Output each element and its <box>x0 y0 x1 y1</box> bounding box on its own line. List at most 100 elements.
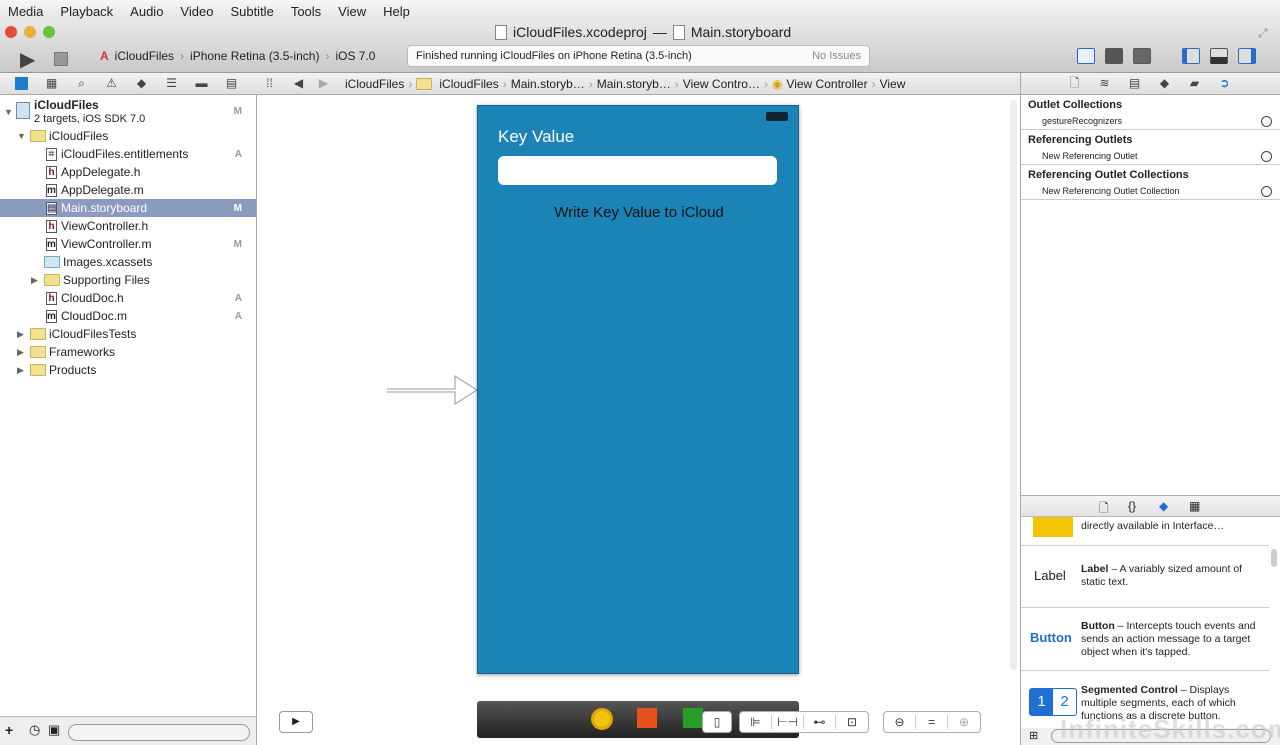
close-window-button[interactable] <box>5 26 17 38</box>
connection-circle-icon[interactable] <box>1261 185 1272 197</box>
identity-inspector-icon[interactable]: ▤ <box>1128 77 1141 90</box>
media-library-icon[interactable]: ▦ <box>1189 499 1200 513</box>
file-inspector-icon[interactable]: 🗋 <box>1068 77 1081 90</box>
tree-item-images-xcassets[interactable]: Images.xcassets <box>0 253 256 271</box>
search-icon[interactable]: ⌕ <box>75 77 88 90</box>
tree-item-products[interactable]: ▶ Products <box>0 361 256 379</box>
tree-item-entitlements[interactable]: ⌗ iCloudFiles.entitlements A <box>0 145 256 163</box>
zoom-window-button[interactable] <box>43 26 55 38</box>
run-button[interactable]: ▶ <box>20 47 35 72</box>
tree-item-appdelegate-h[interactable]: h AppDelegate.h <box>0 163 256 181</box>
toggle-debug-area-button[interactable] <box>1210 48 1228 64</box>
breadcrumb-view-controller[interactable]: View Controller <box>786 77 867 91</box>
related-items-icon[interactable]: ⁞⁞ <box>263 77 276 90</box>
recent-files-icon[interactable]: ◷ <box>29 722 40 738</box>
first-responder-icon[interactable] <box>637 708 657 728</box>
zoom-out-icon[interactable]: ⊖ <box>884 715 916 729</box>
toggle-navigator-button[interactable] <box>1182 48 1200 64</box>
menu-audio[interactable]: Audio <box>130 4 163 19</box>
view-controller-scene[interactable]: Key Value Write Key Value to iCloud <box>477 105 799 674</box>
minimize-window-button[interactable] <box>24 26 36 38</box>
initial-view-controller-arrow[interactable] <box>387 372 479 408</box>
library-item-object[interactable]: directly available in Interface… <box>1021 517 1269 546</box>
library-scrollbar[interactable] <box>1271 549 1277 567</box>
object-library-icon[interactable]: ◆ <box>1159 499 1168 513</box>
menu-subtitle[interactable]: Subtitle <box>230 4 273 19</box>
project-root[interactable]: ▼ iCloudFiles 2 targets, iOS SDK 7.0 M <box>0 97 256 127</box>
attributes-inspector-icon[interactable]: ◆ <box>1158 77 1171 90</box>
tree-item-clouddoc-h[interactable]: h CloudDoc.h A <box>0 289 256 307</box>
breadcrumb-view[interactable]: View <box>880 77 906 91</box>
scheme-name[interactable]: iCloudFiles <box>115 49 174 63</box>
device-icon[interactable]: ▯ <box>703 715 731 729</box>
breadcrumb-storyboard[interactable]: Main.storyb… <box>511 77 585 91</box>
canvas-scrollbar[interactable] <box>1010 100 1017 670</box>
menu-help[interactable]: Help <box>383 4 410 19</box>
document-outline-toggle[interactable]: ▶ <box>279 711 313 733</box>
library-item-label[interactable]: Label Label – A variably sized amount of… <box>1021 546 1269 608</box>
zoom-in-icon[interactable]: ⊕ <box>948 715 980 729</box>
log-navigator-icon[interactable]: ▤ <box>225 77 238 90</box>
issues-text[interactable]: No Issues <box>812 50 861 62</box>
connections-inspector-icon[interactable]: ➲ <box>1218 77 1231 90</box>
resolve-icon[interactable]: ⊷ <box>804 715 836 729</box>
debug-navigator-icon[interactable]: ☰ <box>165 77 178 90</box>
connection-circle-icon[interactable] <box>1261 150 1272 162</box>
menu-view[interactable]: View <box>338 4 366 19</box>
scm-filter-icon[interactable]: ▣ <box>48 722 60 738</box>
tree-item-viewcontroller-m[interactable]: m ViewController.m M <box>0 235 256 253</box>
connection-circle-icon[interactable] <box>1261 115 1272 127</box>
assistant-editor-button[interactable] <box>1105 48 1123 64</box>
write-key-value-button[interactable]: Write Key Value to iCloud <box>478 204 800 221</box>
device-name[interactable]: iPhone Retina (3.5-inch) <box>190 49 319 63</box>
folder-icon <box>30 130 46 142</box>
tree-item-icloudfiles-group[interactable]: ▼ iCloudFiles <box>0 127 256 145</box>
grid-view-icon[interactable]: ⊞ <box>1029 729 1038 742</box>
key-value-label[interactable]: Key Value <box>498 127 574 147</box>
fullscreen-icon[interactable]: ⤢ <box>1258 26 1268 41</box>
symbol-navigator-icon[interactable]: ▦ <box>45 77 58 90</box>
tree-item-clouddoc-m[interactable]: m CloudDoc.m A <box>0 307 256 325</box>
menu-playback[interactable]: Playback <box>60 4 113 19</box>
forward-icon[interactable]: ▶ <box>317 77 330 90</box>
menu-tools[interactable]: Tools <box>291 4 321 19</box>
navigator-filter-input[interactable] <box>68 724 250 741</box>
disclosure-open-icon[interactable]: ▼ <box>4 107 13 117</box>
tree-item-frameworks[interactable]: ▶ Frameworks <box>0 343 256 361</box>
issue-navigator-icon[interactable]: ⚠ <box>105 77 118 90</box>
breadcrumb-group[interactable]: iCloudFiles <box>439 77 498 91</box>
quick-help-icon[interactable]: ≋ <box>1098 77 1111 90</box>
menu-media[interactable]: Media <box>8 4 43 19</box>
code-snippet-library-icon[interactable]: {} <box>1128 499 1136 513</box>
library-item-button[interactable]: Button Button – Intercepts touch events … <box>1021 608 1269 671</box>
key-value-text-field[interactable] <box>498 156 777 185</box>
add-icon[interactable]: + <box>5 722 13 738</box>
back-icon[interactable]: ◀ <box>292 77 305 90</box>
exit-icon[interactable] <box>683 708 703 728</box>
breadcrumb-project[interactable]: iCloudFiles <box>345 77 404 91</box>
resizing-icon[interactable]: ⊡ <box>836 715 868 729</box>
align-icon[interactable]: ⊫ <box>740 715 772 729</box>
test-navigator-icon[interactable]: ◆ <box>135 77 148 90</box>
version-editor-button[interactable] <box>1133 48 1151 64</box>
toggle-utilities-button[interactable] <box>1238 48 1256 64</box>
zoom-actual-icon[interactable]: = <box>916 715 948 729</box>
standard-editor-button[interactable] <box>1077 48 1095 64</box>
breakpoint-navigator-icon[interactable]: ▬ <box>195 77 208 90</box>
tree-item-tests[interactable]: ▶ iCloudFilesTests <box>0 325 256 343</box>
scheme-selector[interactable]: A iCloudFiles › iPhone Retina (3.5-inch) ›… <box>100 49 375 63</box>
form-factor-toggle[interactable]: ▯ <box>702 711 732 733</box>
menu-video[interactable]: Video <box>180 4 213 19</box>
tree-item-viewcontroller-h[interactable]: h ViewController.h <box>0 217 256 235</box>
size-inspector-icon[interactable]: ▰ <box>1188 77 1201 90</box>
tree-item-main-storyboard[interactable]: ▤ Main.storyboard M <box>0 199 256 217</box>
tree-item-appdelegate-m[interactable]: m AppDelegate.m <box>0 181 256 199</box>
tree-item-supporting-files[interactable]: ▶ Supporting Files <box>0 271 256 289</box>
folder-icon <box>416 78 433 90</box>
breadcrumb-scene[interactable]: View Contro… <box>683 77 760 91</box>
pin-icon[interactable]: ⊢⊣ <box>772 715 804 729</box>
stop-button[interactable] <box>54 52 68 66</box>
breadcrumb-storyboard-base[interactable]: Main.storyb… <box>597 77 671 91</box>
view-controller-icon[interactable] <box>591 708 613 730</box>
project-navigator-icon[interactable] <box>15 77 28 90</box>
